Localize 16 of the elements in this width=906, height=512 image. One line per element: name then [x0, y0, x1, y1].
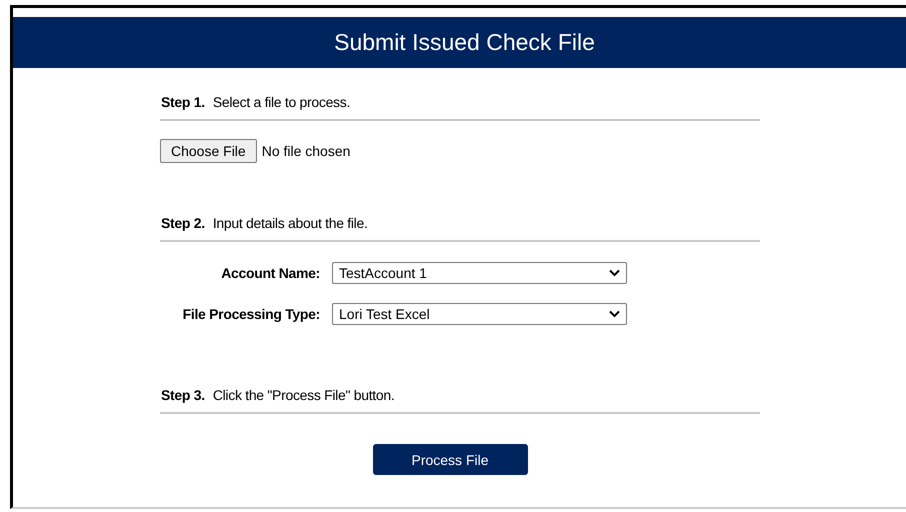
- process-file-button[interactable]: Process File: [372, 444, 528, 475]
- chevron-down-icon: [609, 269, 620, 277]
- choose-file-button[interactable]: Choose File: [160, 139, 257, 163]
- step-instruction: Input details about the file.: [212, 215, 368, 231]
- step-label: Step 1.: [161, 94, 205, 110]
- step-instruction: Click the "Process File" button.: [212, 387, 394, 403]
- step-instruction: Select a file to process.: [212, 94, 350, 110]
- step-label: Step 3.: [161, 387, 205, 403]
- dropdown-field[interactable]: Lori Test Excel: [332, 303, 627, 325]
- dropdown-field[interactable]: TestAccount 1: [332, 262, 627, 284]
- file-status: No file chosen: [262, 143, 350, 159]
- chevron-down-icon: [609, 310, 620, 318]
- field-label: File Processing Type:: [182, 306, 321, 322]
- page-title: Submit Issued Check File: [334, 29, 595, 56]
- field-label: Account Name:: [220, 265, 321, 281]
- step-label: Step 2.: [161, 215, 205, 231]
